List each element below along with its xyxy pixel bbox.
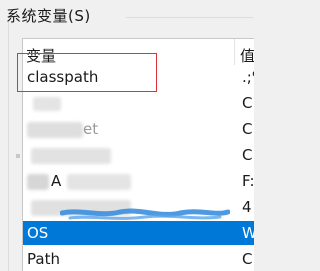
table-row[interactable]: C [23, 143, 254, 167]
redacted-name [31, 148, 111, 164]
table-row[interactable]: Path C [23, 247, 254, 271]
variable-value: 4 [242, 198, 252, 216]
table-row[interactable]: et C [23, 117, 254, 141]
table-row[interactable]: A F: [23, 169, 254, 193]
variable-name: OS [27, 224, 49, 242]
column-divider[interactable] [234, 39, 235, 65]
redacted-name [27, 122, 83, 138]
system-variables-title: 系统变量(S) [6, 5, 93, 26]
variable-name: Path [27, 250, 60, 268]
variable-name: et [83, 120, 99, 138]
variable-value: W [242, 224, 254, 242]
redacted-name [27, 174, 49, 190]
environment-variables-dialog: 系统变量(S) 变量 值 classpath .;% C et C C A [0, 0, 254, 271]
redacted-name [33, 97, 61, 111]
table-row[interactable]: C [23, 91, 254, 115]
variable-value: C [242, 146, 253, 164]
group-border-left [8, 22, 9, 271]
annotation-highlight-box [17, 53, 157, 92]
redacted-name [67, 174, 131, 190]
variable-value: .;% [242, 68, 254, 86]
variable-value: C [242, 94, 253, 112]
variable-name: A [51, 172, 62, 190]
column-header-value[interactable]: 值 [240, 45, 254, 66]
group-border-tick [16, 154, 20, 158]
variable-value: C [242, 250, 253, 268]
variable-value: F: [242, 172, 254, 190]
redaction-scribble [60, 208, 230, 220]
table-row-selected[interactable]: OS W [23, 221, 254, 245]
variable-value: C [242, 120, 253, 138]
group-divider [126, 17, 253, 18]
